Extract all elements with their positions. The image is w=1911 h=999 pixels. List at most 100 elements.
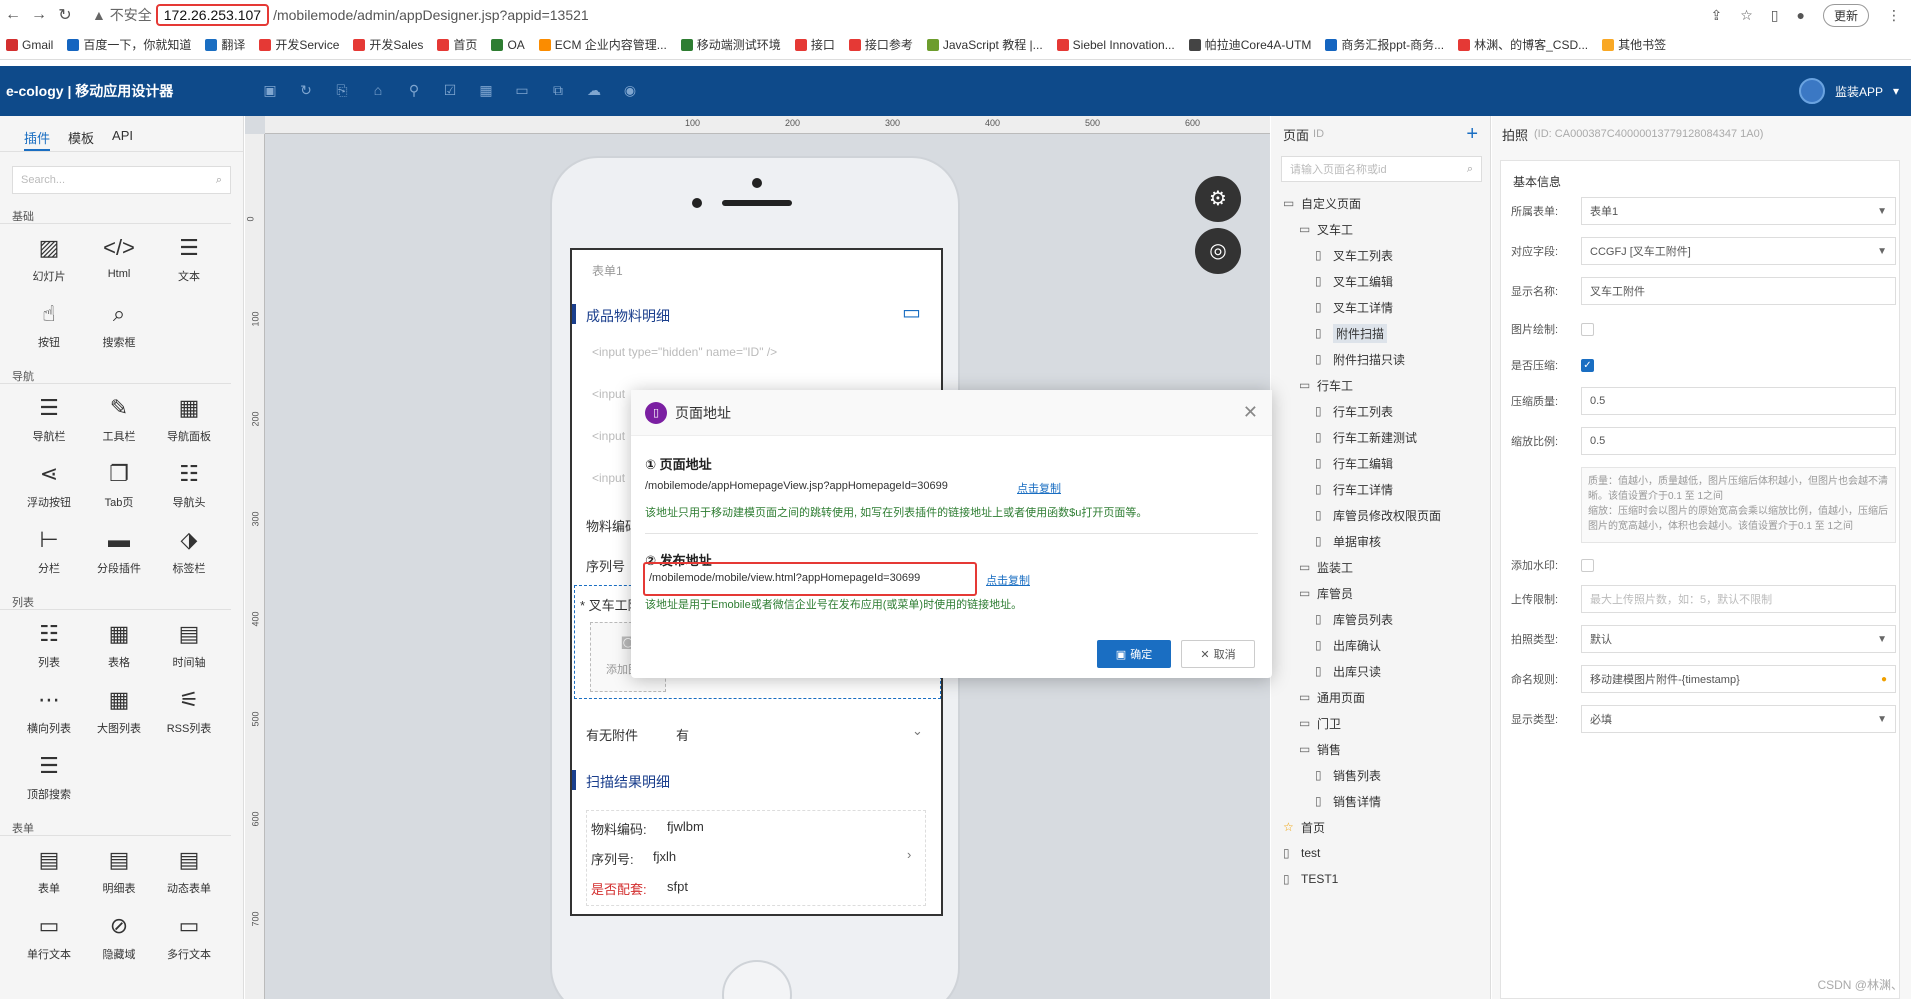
plugin-item[interactable]: ❐ Tab页 <box>84 460 154 518</box>
plugin-item[interactable]: ⚟ RSS列表 <box>154 686 224 744</box>
reload-icon[interactable]: ↻ <box>52 5 78 25</box>
bookmark-item[interactable]: 开发Sales <box>353 36 423 53</box>
plugin-item[interactable]: ▤ 明细表 <box>84 846 154 904</box>
page-tree-item[interactable]: ▯ 行车工列表 <box>1283 398 1490 424</box>
plugin-item[interactable]: ⊢ 分栏 <box>14 526 84 584</box>
field-select[interactable]: CCGFJ [叉车工附件] ▼ <box>1581 237 1896 265</box>
update-button[interactable]: 更新 <box>1822 3 1869 27</box>
bookmark-item[interactable]: 翻译 <box>205 36 245 53</box>
scan-result-card[interactable]: 物料编码: fjwlbm 序列号: fjxlh 是否配套: sfpt › <box>586 810 926 906</box>
card-icon[interactable]: ▭ <box>512 82 532 100</box>
plugin-item[interactable]: ☝ 按钮 <box>14 300 84 358</box>
page-tree-item[interactable]: ☆ 首页 <box>1283 814 1490 840</box>
bookmark-item[interactable]: 接口 <box>794 36 835 53</box>
plugin-search-input[interactable]: Search... ⌕ <box>12 166 231 194</box>
photo-type-select[interactable]: 默认 ▼ <box>1581 625 1896 653</box>
show-type-select[interactable]: 必填 ▼ <box>1581 705 1896 733</box>
plugin-item[interactable]: ☰ 导航栏 <box>14 394 84 452</box>
plugin-item[interactable]: ▤ 表单 <box>14 846 84 904</box>
save-icon[interactable]: ▣ <box>260 82 280 100</box>
sidebar-icon[interactable]: ▯ <box>1771 7 1779 24</box>
user-menu[interactable]: 监装APP ▾ <box>1798 78 1911 104</box>
plugin-item[interactable]: ▦ 表格 <box>84 620 154 678</box>
naming-input[interactable]: 移动建模图片附件-{timestamp} ● <box>1581 665 1896 693</box>
bookmark-item[interactable]: 其他书签 <box>1602 36 1666 53</box>
tab-templates[interactable]: 模板 <box>68 128 94 151</box>
profile-icon[interactable]: ● <box>1797 7 1805 23</box>
bookmark-item[interactable]: OA <box>491 38 525 52</box>
page-tree-item[interactable]: ▯ 叉车工详情 <box>1283 294 1490 320</box>
star-icon[interactable]: ☆ <box>1740 7 1753 24</box>
stamp-icon[interactable]: ⚲ <box>404 82 424 100</box>
plugin-item[interactable]: ⊘ 隐藏域 <box>84 912 154 970</box>
shirt-icon[interactable]: ⌂ <box>368 82 388 100</box>
page-tree-item[interactable]: ▯ TEST1 <box>1283 866 1490 892</box>
back-icon[interactable]: ← <box>0 6 26 24</box>
page-tree-item[interactable]: ▯ 单据审核 <box>1283 528 1490 554</box>
preview-eye-icon[interactable]: ◉ <box>620 82 640 100</box>
page-tree-item[interactable]: ▭ 通用页面 <box>1283 684 1490 710</box>
plugin-item[interactable]: ▭ 多行文本 <box>154 912 224 970</box>
page-tree-item[interactable]: ▯ 叉车工列表 <box>1283 242 1490 268</box>
copy-icon[interactable]: ⧉ <box>548 82 568 100</box>
page-tree-item[interactable]: ▯ 库管员列表 <box>1283 606 1490 632</box>
page-tree-item[interactable]: ▯ 销售详情 <box>1283 788 1490 814</box>
draw-checkbox[interactable] <box>1581 322 1594 336</box>
page-tree-item[interactable]: ▯ 附件扫描只读 <box>1283 346 1490 372</box>
page-tree-item[interactable]: ▭ 门卫 <box>1283 710 1490 736</box>
plugin-item[interactable]: ▤ 时间轴 <box>154 620 224 678</box>
plugin-item[interactable]: ▦ 导航面板 <box>154 394 224 452</box>
page-tree-item[interactable]: ▯ 附件扫描 <box>1283 320 1490 346</box>
watermark-checkbox[interactable] <box>1581 558 1594 572</box>
page-tree-item[interactable]: ▭ 自定义页面 <box>1283 190 1490 216</box>
plugin-item[interactable]: ✎ 工具栏 <box>84 394 154 452</box>
plugin-item[interactable]: ⬗ 标签栏 <box>154 526 224 584</box>
display-input[interactable]: 叉车工附件 <box>1581 277 1896 305</box>
page-tree-item[interactable]: ▯ test <box>1283 840 1490 866</box>
plugin-item[interactable]: ⋖ 浮动按钮 <box>14 460 84 518</box>
page-tree-item[interactable]: ▭ 库管员 <box>1283 580 1490 606</box>
page-tree-item[interactable]: ▭ 监装工 <box>1283 554 1490 580</box>
plugin-item[interactable]: ▦ 大图列表 <box>84 686 154 744</box>
has-attach-value[interactable]: 有 <box>676 725 689 744</box>
help-icon[interactable]: ● <box>1881 674 1887 685</box>
bookmark-item[interactable]: Gmail <box>6 38 53 52</box>
page-tree-item[interactable]: ▯ 库管员修改权限页面 <box>1283 502 1490 528</box>
detail-table-icon[interactable]: ▭ <box>902 300 921 325</box>
bookmark-item[interactable]: 开发Service <box>259 36 339 53</box>
compress-checkbox[interactable]: ✓ <box>1581 358 1594 372</box>
plugin-item[interactable]: ⌕ 搜索框 <box>84 300 154 358</box>
bookmark-item[interactable]: 移动端测试环境 <box>680 36 781 53</box>
bookmark-item[interactable]: Siebel Innovation... <box>1056 38 1175 52</box>
check-doc-icon[interactable]: ☑ <box>440 82 460 100</box>
bookmark-item[interactable]: 百度一下，你就知道 <box>67 36 191 53</box>
plugin-item[interactable]: ☷ 导航头 <box>154 460 224 518</box>
plugin-item[interactable]: ☰ 顶部搜索 <box>14 752 84 810</box>
bookmark-item[interactable]: 接口参考 <box>848 36 913 53</box>
share-icon[interactable]: ⇪ <box>1711 7 1723 24</box>
page-tree-item[interactable]: ▯ 销售列表 <box>1283 762 1490 788</box>
bookmark-item[interactable]: ECM 企业内容管理... <box>538 36 667 53</box>
page-tree-item[interactable]: ▯ 出库确认 <box>1283 632 1490 658</box>
copy-page-address-link[interactable]: 点击复制 <box>1017 480 1061 496</box>
plugin-item[interactable]: ▤ 动态表单 <box>154 846 224 904</box>
page-tree-item[interactable]: ▯ 行车工新建测试 <box>1283 424 1490 450</box>
locate-icon[interactable]: ◎ <box>1195 228 1241 274</box>
quality-input[interactable]: 0.5 <box>1581 387 1896 415</box>
bookmark-item[interactable]: 首页 <box>437 36 477 53</box>
page-tree-item[interactable]: ▭ 叉车工 <box>1283 216 1490 242</box>
bookmark-item[interactable]: 商务汇报ppt-商务... <box>1325 36 1444 53</box>
add-page-icon[interactable]: + <box>1466 123 1478 146</box>
plugin-item[interactable]: ⋯ 横向列表 <box>14 686 84 744</box>
page-tree-item[interactable]: ▯ 出库只读 <box>1283 658 1490 684</box>
page-tree-item[interactable]: ▭ 销售 <box>1283 736 1490 762</box>
bookmark-item[interactable]: JavaScript 教程 |... <box>926 36 1043 53</box>
upload-cloud-icon[interactable]: ☁ <box>584 82 604 100</box>
plugin-item[interactable]: ☷ 列表 <box>14 620 84 678</box>
plugin-item[interactable]: ▬ 分段插件 <box>84 526 154 584</box>
menu-icon[interactable]: ⋮ <box>1887 7 1901 24</box>
page-tree-item[interactable]: ▯ 行车工编辑 <box>1283 450 1490 476</box>
upload-input[interactable]: 最大上传照片数，如：5，默认不限制 <box>1581 585 1896 613</box>
tab-api[interactable]: API <box>112 128 133 151</box>
forward-icon[interactable]: → <box>26 6 52 24</box>
